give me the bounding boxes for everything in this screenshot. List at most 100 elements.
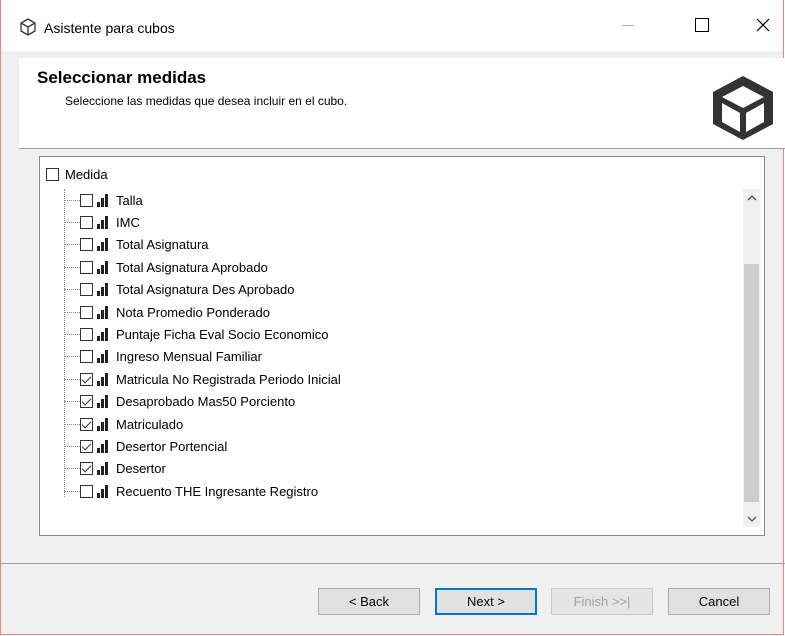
tree-connector-line xyxy=(64,378,80,380)
measures-panel: Medida Talla IMC Total Asignatura Total Asi… xyxy=(39,156,765,536)
measure-checkbox[interactable] xyxy=(80,462,93,476)
select-all-checkbox[interactable] xyxy=(46,168,59,181)
measure-label: Talla xyxy=(116,192,143,208)
measure-checkbox[interactable] xyxy=(80,216,93,230)
page-title: Seleccionar medidas xyxy=(37,68,207,87)
tree-connector-line xyxy=(64,490,80,492)
measure-checkbox[interactable] xyxy=(80,395,93,409)
cancel-button[interactable]: Cancel xyxy=(668,588,770,615)
bar-chart-icon xyxy=(97,395,108,409)
list-item[interactable]: Desaprobado Mas50 Porciento xyxy=(40,391,720,413)
measure-label: Desertor Portencial xyxy=(116,438,228,454)
bar-chart-icon xyxy=(97,238,108,252)
bar-chart-icon xyxy=(97,193,108,207)
measure-checkbox[interactable] xyxy=(80,350,93,364)
title-bar[interactable]: Asistente para cubos xyxy=(1,0,783,51)
bar-chart-icon xyxy=(97,260,108,274)
list-item[interactable]: Total Asignatura xyxy=(40,234,720,256)
tree-connector-line xyxy=(64,334,80,336)
tree-connector-line xyxy=(64,468,80,470)
bar-chart-icon xyxy=(97,439,108,453)
tree-connector-line xyxy=(64,445,80,447)
next-button[interactable]: Next > xyxy=(435,588,537,615)
window-title: Asistente para cubos xyxy=(44,20,175,36)
list-item[interactable]: Matriculado xyxy=(40,413,720,435)
measure-label: Puntaje Ficha Eval Socio Economico xyxy=(116,327,329,343)
measure-checkbox[interactable] xyxy=(80,439,93,453)
scroll-up-button[interactable] xyxy=(743,189,760,206)
scroll-down-button[interactable] xyxy=(743,510,760,527)
list-item[interactable]: Nota Promedio Ponderado xyxy=(40,301,720,323)
measure-label: Recuento THE Ingresante Registro xyxy=(116,483,319,499)
tree-connector-line xyxy=(64,266,80,268)
tree-connector-line xyxy=(64,222,80,224)
measure-checkbox[interactable] xyxy=(80,283,93,297)
measure-checkbox[interactable] xyxy=(80,260,93,274)
measure-checkbox[interactable] xyxy=(80,193,93,207)
wizard-header: Seleccionar medidas Seleccione las medid… xyxy=(19,58,785,148)
finish-button[interactable]: Finish >>| xyxy=(551,588,653,615)
bar-chart-icon xyxy=(97,484,108,498)
close-icon xyxy=(756,18,770,32)
tree-connector-line xyxy=(64,289,80,291)
tree-connector-line xyxy=(64,244,80,246)
tree-connector-line xyxy=(64,423,80,425)
tree-connector-line xyxy=(64,199,80,201)
cube-logo-icon xyxy=(713,76,773,140)
list-item[interactable]: Ingreso Mensual Familiar xyxy=(40,346,720,368)
measure-label: Matriculado xyxy=(116,416,184,432)
minimize-icon xyxy=(622,24,634,26)
measure-label: Desertor xyxy=(116,461,166,477)
tree-connector-line xyxy=(64,311,80,313)
list-item[interactable]: Desertor Portencial xyxy=(40,435,720,457)
list-item[interactable]: Puntaje Ficha Eval Socio Economico xyxy=(40,323,720,345)
tree-connector-line xyxy=(64,356,80,358)
cube-icon xyxy=(20,18,36,36)
close-button[interactable] xyxy=(740,8,785,42)
chevron-up-icon xyxy=(747,194,756,200)
scroll-thumb[interactable] xyxy=(744,264,759,502)
measure-label: Total Asignatura Des Aprobado xyxy=(116,282,295,298)
measure-label: Nota Promedio Ponderado xyxy=(116,304,270,320)
bar-chart-icon xyxy=(97,417,108,431)
measure-checkbox[interactable] xyxy=(80,305,93,319)
list-item[interactable]: Desertor xyxy=(40,458,720,480)
maximize-button[interactable] xyxy=(679,8,725,42)
measure-checkbox[interactable] xyxy=(80,417,93,431)
measure-label: Matricula No Registrada Periodo Inicial xyxy=(116,371,341,387)
measure-label: IMC xyxy=(116,215,140,231)
list-header-label: Medida xyxy=(65,167,108,182)
list-item[interactable]: Total Asignatura Des Aprobado xyxy=(40,279,720,301)
measure-checkbox[interactable] xyxy=(80,484,93,498)
list-item[interactable]: Recuento THE Ingresante Registro xyxy=(40,480,720,502)
bar-chart-icon xyxy=(97,462,108,476)
list-item[interactable]: Total Asignatura Aprobado xyxy=(40,256,720,278)
vertical-scrollbar[interactable] xyxy=(743,189,760,527)
bar-chart-icon xyxy=(97,350,108,364)
measure-checkbox[interactable] xyxy=(80,328,93,342)
bar-chart-icon xyxy=(97,216,108,230)
minimize-button[interactable] xyxy=(605,8,651,42)
measure-label: Total Asignatura xyxy=(116,237,209,253)
measure-checkbox[interactable] xyxy=(80,238,93,252)
bar-chart-icon xyxy=(97,283,108,297)
wizard-window: Asistente para cubos Seleccionar medidas… xyxy=(0,0,785,635)
bar-chart-icon xyxy=(97,328,108,342)
tree-connector-line xyxy=(64,401,80,403)
footer-divider xyxy=(1,563,785,564)
list-item[interactable]: IMC xyxy=(40,211,720,233)
measure-list: Talla IMC Total Asignatura Total Asignatura… xyxy=(40,189,720,502)
header-divider xyxy=(19,148,785,149)
chevron-down-icon xyxy=(747,516,756,522)
list-item[interactable]: Talla xyxy=(40,189,720,211)
measure-label: Desaprobado Mas50 Porciento xyxy=(116,394,296,410)
list-header[interactable]: Medida xyxy=(46,167,108,182)
bar-chart-icon xyxy=(97,372,108,386)
list-item[interactable]: Matricula No Registrada Periodo Inicial xyxy=(40,368,720,390)
measure-label: Total Asignatura Aprobado xyxy=(116,259,268,275)
measure-checkbox[interactable] xyxy=(80,372,93,386)
back-button[interactable]: < Back xyxy=(318,588,420,615)
page-subtitle: Seleccione las medidas que desea incluir… xyxy=(65,94,348,108)
bar-chart-icon xyxy=(97,305,108,319)
measure-label: Ingreso Mensual Familiar xyxy=(116,349,262,365)
